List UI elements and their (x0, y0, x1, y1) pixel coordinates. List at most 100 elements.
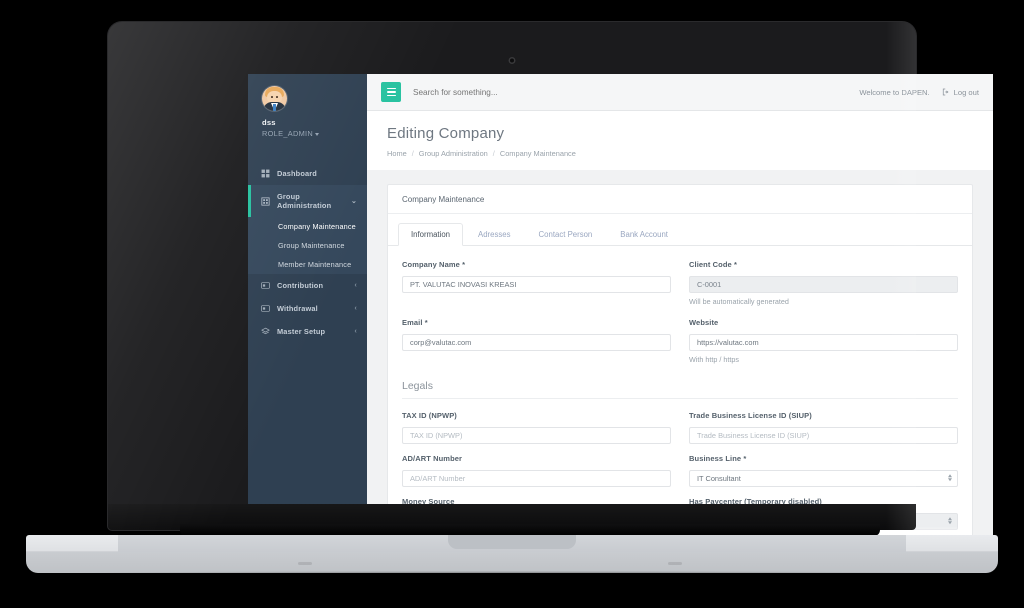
sidebar-item-dashboard[interactable]: Dashboard (248, 162, 367, 185)
page-header: Editing Company Home / Group Administrat… (367, 111, 993, 170)
form-row: Company Name * Client Code * W (402, 260, 958, 316)
chevron-right-icon: ‹ (354, 282, 357, 289)
field-client-code: Client Code * Will be automatically gene… (689, 260, 958, 306)
sidebar-item-company-maintenance-label: Company Maintenance (278, 222, 356, 231)
sidebar-item-group-maintenance[interactable]: Group Maintenance (248, 236, 367, 255)
logout-button[interactable]: Log out (942, 88, 979, 97)
topbar-right: Welcome to DAPEN. Log out (859, 88, 979, 97)
layers-icon (261, 327, 270, 335)
breadcrumb: Home / Group Administration / Company Ma… (387, 149, 973, 158)
form-col-right: Website With http / https (689, 318, 958, 374)
website-label: Website (689, 318, 719, 327)
logout-icon (942, 88, 949, 96)
tab-information-label: Information (411, 230, 451, 239)
website-hint: With http / https (689, 355, 739, 364)
sidebar-nav: Dashboard Group Administration ⌄ Company… (248, 162, 367, 343)
tab-bank-account[interactable]: Bank Account (607, 223, 681, 246)
tax-id-label: TAX ID (NPWP) (402, 411, 457, 420)
base-foot (298, 562, 313, 565)
laptop-screen: dss ROLE_ADMIN Dashboard Group Administr… (248, 74, 993, 540)
tab-information[interactable]: Information (398, 223, 464, 246)
adart-number-label: AD/ART Number (402, 454, 463, 463)
avatar-eye-left (271, 96, 273, 98)
business-line-label: Business Line * (689, 454, 747, 463)
siup-input[interactable] (689, 427, 958, 444)
field-website: Website With http / https (689, 318, 958, 364)
welcome-text: Welcome to DAPEN. (859, 87, 930, 97)
sidebar-item-group-administration[interactable]: Group Administration ⌄ (248, 185, 367, 217)
sidebar-item-group-administration-label: Group Administration (277, 192, 332, 210)
breadcrumb-group-administration[interactable]: Group Administration (419, 149, 488, 158)
menu-icon-bar (386, 94, 396, 96)
tab-contact-person[interactable]: Contact Person (526, 223, 606, 246)
active-indicator (248, 185, 251, 217)
tab-contact-person-label: Contact Person (538, 230, 593, 239)
form-row: Email * Website With http / ht (402, 318, 958, 374)
sidebar-item-contribution-label: Contribution (277, 281, 324, 290)
breadcrumb-home[interactable]: Home (387, 149, 407, 158)
sidebar-item-company-maintenance[interactable]: Company Maintenance (248, 217, 367, 236)
card-icon (261, 282, 270, 289)
breadcrumb-company-maintenance: Company Maintenance (499, 149, 576, 158)
base-shadow (26, 571, 998, 577)
field-tax-id: TAX ID (NPWP) (402, 411, 671, 444)
topbar: Welcome to DAPEN. Log out (367, 74, 993, 111)
sidebar-submenu: Company Maintenance Group Maintenance Me… (248, 217, 367, 274)
card-icon (261, 305, 270, 312)
sidebar: dss ROLE_ADMIN Dashboard Group Administr… (248, 74, 367, 540)
menu-toggle-button[interactable] (381, 82, 401, 102)
adart-number-input[interactable] (402, 470, 671, 487)
avatar[interactable] (262, 86, 287, 111)
grid-icon (261, 169, 270, 178)
form-col-left: Email * (402, 318, 671, 374)
user-role-dropdown[interactable]: ROLE_ADMIN (262, 129, 367, 138)
laptop-base (26, 535, 998, 573)
webcam-icon (508, 57, 516, 64)
sidebar-item-withdrawal-label: Withdrawal (277, 304, 318, 313)
tab-adresses-label: Adresses (478, 230, 511, 239)
field-siup: Trade Business License ID (SIUP) (689, 411, 958, 444)
breadcrumb-separator: / (492, 149, 495, 158)
sidebar-item-master-setup[interactable]: Master Setup ‹ (248, 320, 367, 343)
company-maintenance-card: Company Maintenance Information Adresses… (387, 184, 973, 540)
sidebar-item-withdrawal[interactable]: Withdrawal ‹ (248, 297, 367, 320)
avatar-tie (273, 104, 276, 111)
tab-bank-account-label: Bank Account (620, 230, 668, 239)
tab-bar: Information Adresses Contact Person Bank… (388, 214, 972, 246)
user-role-label: ROLE_ADMIN (262, 129, 314, 138)
chevron-down-icon: ⌄ (350, 198, 357, 205)
search-input[interactable] (413, 87, 633, 97)
sidebar-profile: dss ROLE_ADMIN (248, 74, 367, 144)
tab-adresses[interactable]: Adresses (465, 223, 524, 246)
breadcrumb-separator: / (411, 149, 414, 158)
client-code-label: Client Code * (689, 260, 737, 269)
company-name-input[interactable] (402, 276, 671, 293)
user-name: dss (262, 118, 276, 127)
client-code-input (689, 276, 958, 293)
chevron-right-icon: ‹ (354, 328, 357, 335)
client-code-hint: Will be automatically generated (689, 297, 789, 306)
field-email: Email * (402, 318, 671, 351)
screenshot-stage: dss ROLE_ADMIN Dashboard Group Administr… (0, 0, 1024, 608)
field-company-name: Company Name * (402, 260, 671, 293)
content-area: Company Maintenance Information Adresses… (367, 170, 993, 540)
building-icon (261, 196, 270, 206)
base-foot (667, 562, 682, 565)
business-line-select[interactable] (689, 470, 958, 487)
avatar-eye-right (276, 96, 278, 98)
card-heading: Company Maintenance (388, 185, 972, 214)
sidebar-item-member-maintenance[interactable]: Member Maintenance (248, 255, 367, 274)
tax-id-input[interactable] (402, 427, 671, 444)
main-area: Welcome to DAPEN. Log out Editing Compan… (367, 74, 993, 540)
website-input[interactable] (689, 334, 958, 351)
menu-icon-bar (386, 88, 396, 90)
sidebar-item-group-maintenance-label: Group Maintenance (278, 241, 345, 250)
laptop-lid: dss ROLE_ADMIN Dashboard Group Administr… (108, 22, 993, 540)
email-label: Email * (402, 318, 428, 327)
logout-label: Log out (953, 87, 979, 97)
sidebar-item-contribution[interactable]: Contribution ‹ (248, 274, 367, 297)
business-line-select-wrap (689, 468, 958, 487)
application-window: dss ROLE_ADMIN Dashboard Group Administr… (248, 74, 993, 540)
legals-section-title: Legals (402, 380, 958, 399)
email-input[interactable] (402, 334, 671, 351)
